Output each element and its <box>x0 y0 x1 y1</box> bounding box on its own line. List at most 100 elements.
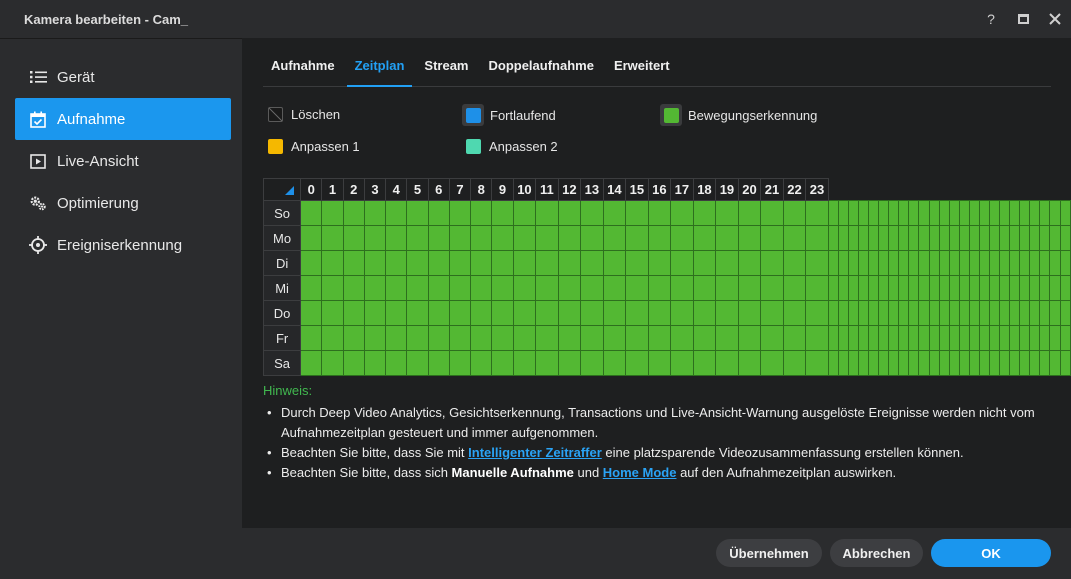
schedule-cell[interactable] <box>385 325 408 351</box>
schedule-cell[interactable] <box>1039 350 1051 376</box>
day-header[interactable]: Sa <box>262 350 302 376</box>
schedule-cell[interactable] <box>868 275 880 301</box>
schedule-cell[interactable] <box>625 200 649 226</box>
schedule-cell[interactable] <box>535 200 559 226</box>
schedule-cell[interactable] <box>300 225 323 251</box>
schedule-cell[interactable] <box>427 300 450 326</box>
schedule-cell[interactable] <box>805 325 829 351</box>
schedule-cell[interactable] <box>837 275 849 301</box>
schedule-cell[interactable] <box>321 325 344 351</box>
schedule-cell[interactable] <box>342 275 365 301</box>
hour-header[interactable]: 0 <box>300 178 323 201</box>
schedule-cell[interactable] <box>908 350 920 376</box>
schedule-cell[interactable] <box>321 350 344 376</box>
schedule-cell[interactable] <box>625 350 649 376</box>
schedule-cell[interactable] <box>1009 300 1021 326</box>
schedule-cell[interactable] <box>938 275 950 301</box>
schedule-cell[interactable] <box>978 325 991 351</box>
schedule-cell[interactable] <box>491 200 514 226</box>
schedule-cell[interactable] <box>1029 275 1041 301</box>
schedule-cell[interactable] <box>670 300 694 326</box>
schedule-cell[interactable] <box>978 200 991 226</box>
schedule-cell[interactable] <box>868 250 880 276</box>
tab-aufnahme[interactable]: Aufnahme <box>263 48 343 87</box>
schedule-cell[interactable] <box>647 225 672 251</box>
hour-header[interactable]: 18 <box>692 178 717 201</box>
schedule-cell[interactable] <box>989 325 1001 351</box>
schedule-cell[interactable] <box>715 275 739 301</box>
schedule-cell[interactable] <box>300 200 323 226</box>
schedule-cell[interactable] <box>782 300 807 326</box>
hour-header[interactable]: 12 <box>557 178 582 201</box>
schedule-cell[interactable] <box>406 275 429 301</box>
schedule-cell[interactable] <box>491 300 514 326</box>
schedule-cell[interactable] <box>715 225 739 251</box>
schedule-cell[interactable] <box>1049 325 1061 351</box>
schedule-cell[interactable] <box>692 250 717 276</box>
schedule-cell[interactable] <box>847 200 860 226</box>
schedule-cell[interactable] <box>406 300 429 326</box>
schedule-cell[interactable] <box>1019 300 1031 326</box>
schedule-cell[interactable] <box>470 275 493 301</box>
schedule-cell[interactable] <box>978 300 991 326</box>
schedule-cell[interactable] <box>958 225 970 251</box>
schedule-cell[interactable] <box>602 200 627 226</box>
schedule-cell[interactable] <box>968 200 980 226</box>
schedule-cell[interactable] <box>647 200 672 226</box>
schedule-cell[interactable] <box>868 300 880 326</box>
hour-header[interactable]: 20 <box>737 178 762 201</box>
schedule-cell[interactable] <box>625 225 649 251</box>
schedule-cell[interactable] <box>491 250 514 276</box>
schedule-cell[interactable] <box>427 350 450 376</box>
schedule-cell[interactable] <box>878 250 890 276</box>
schedule-cell[interactable] <box>427 200 450 226</box>
cancel-button[interactable]: Abbrechen <box>830 539 923 567</box>
schedule-cell[interactable] <box>908 325 920 351</box>
hour-header[interactable]: 22 <box>782 178 807 201</box>
schedule-cell[interactable] <box>948 225 960 251</box>
schedule-cell[interactable] <box>782 325 807 351</box>
schedule-cell[interactable] <box>908 200 920 226</box>
schedule-cell[interactable] <box>491 225 514 251</box>
hour-header[interactable]: 8 <box>470 178 493 201</box>
schedule-cell[interactable] <box>1039 250 1051 276</box>
schedule-cell[interactable] <box>760 325 784 351</box>
schedule-cell[interactable] <box>948 350 960 376</box>
schedule-cell[interactable] <box>1019 275 1031 301</box>
schedule-cell[interactable] <box>1059 300 1071 326</box>
schedule-cell[interactable] <box>948 325 960 351</box>
schedule-cell[interactable] <box>1049 250 1061 276</box>
schedule-cell[interactable] <box>1049 275 1061 301</box>
schedule-cell[interactable] <box>928 250 940 276</box>
schedule-cell[interactable] <box>928 325 940 351</box>
schedule-cell[interactable] <box>692 325 717 351</box>
schedule-cell[interactable] <box>968 250 980 276</box>
schedule-cell[interactable] <box>557 250 582 276</box>
schedule-cell[interactable] <box>670 325 694 351</box>
legend-continuous[interactable]: Fortlaufend <box>462 104 556 126</box>
schedule-cell[interactable] <box>715 200 739 226</box>
schedule-cell[interactable] <box>847 225 860 251</box>
schedule-cell[interactable] <box>491 275 514 301</box>
hour-header[interactable]: 17 <box>670 178 694 201</box>
hour-header[interactable]: 5 <box>406 178 429 201</box>
schedule-cell[interactable] <box>827 350 839 376</box>
schedule-cell[interactable] <box>557 300 582 326</box>
schedule-cell[interactable] <box>737 200 762 226</box>
schedule-cell[interactable] <box>1019 225 1031 251</box>
schedule-cell[interactable] <box>857 225 870 251</box>
schedule-cell[interactable] <box>760 200 784 226</box>
schedule-cell[interactable] <box>805 200 829 226</box>
schedule-cell[interactable] <box>898 250 910 276</box>
schedule-cell[interactable] <box>1039 275 1051 301</box>
schedule-cell[interactable] <box>989 200 1001 226</box>
schedule-cell[interactable] <box>1019 350 1031 376</box>
schedule-cell[interactable] <box>692 350 717 376</box>
schedule-cell[interactable] <box>837 325 849 351</box>
schedule-cell[interactable] <box>448 325 472 351</box>
schedule-cell[interactable] <box>512 300 537 326</box>
tab-erweitert[interactable]: Erweitert <box>606 48 678 87</box>
schedule-cell[interactable] <box>342 225 365 251</box>
schedule-cell[interactable] <box>342 250 365 276</box>
schedule-cell[interactable] <box>385 200 408 226</box>
